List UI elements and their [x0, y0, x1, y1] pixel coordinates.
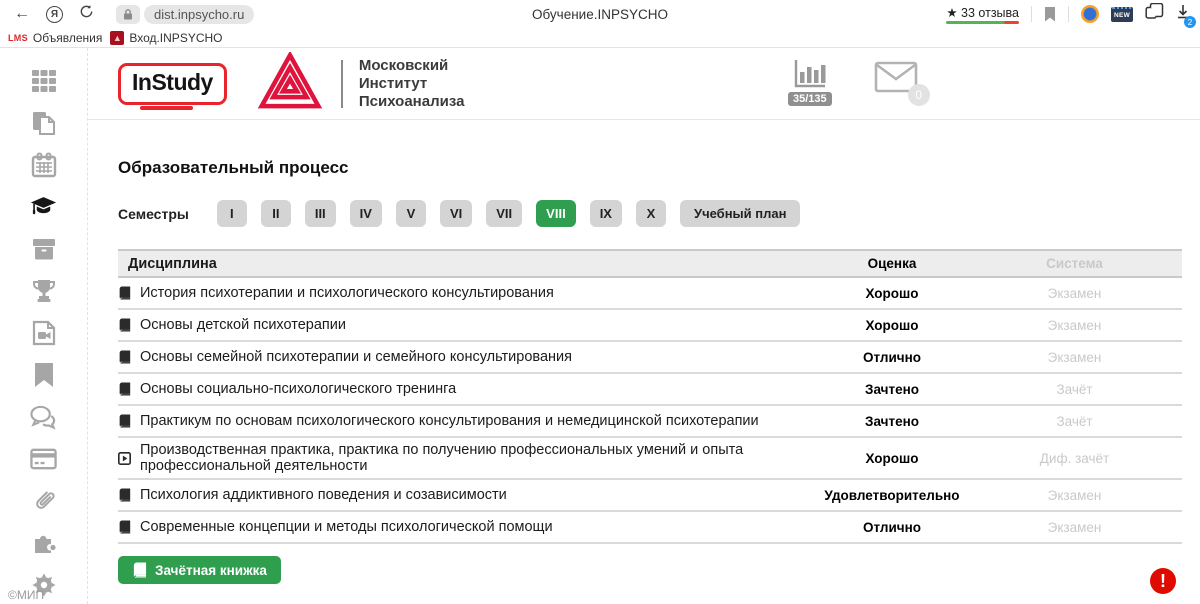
- instudy-logo[interactable]: InStudy: [118, 63, 227, 105]
- semester-button-10[interactable]: X: [636, 200, 666, 227]
- table-row[interactable]: Психология аддиктивного поведения и соза…: [118, 480, 1182, 512]
- system-value: Зачёт: [967, 414, 1182, 429]
- bookmark-icon[interactable]: [30, 361, 57, 388]
- system-value: Экзамен: [967, 350, 1182, 365]
- bookmark-flag-icon[interactable]: [1044, 7, 1056, 22]
- grade-value: Отлично: [817, 520, 967, 535]
- book-icon: [118, 488, 131, 502]
- institute-name: Московский Институт Психоанализа: [359, 57, 465, 111]
- progress-stats[interactable]: 35/135: [788, 58, 832, 106]
- book-icon: [118, 414, 131, 428]
- semester-button-6[interactable]: VI: [440, 200, 472, 227]
- chat-icon[interactable]: [30, 403, 57, 430]
- puzzle-icon[interactable]: [30, 529, 57, 556]
- table-row[interactable]: Современные концепции и методы психологи…: [118, 512, 1182, 544]
- triangle-favicon: ▲: [110, 31, 124, 45]
- extension-browser-icon[interactable]: [1081, 5, 1099, 23]
- table-row[interactable]: Основы детской психотерапии Хорошо Экзам…: [118, 310, 1182, 342]
- browser-toolbar: ← Я dist.inpsycho.ru Обучение.INPSYCHO ★…: [0, 0, 1200, 28]
- system-value: Экзамен: [967, 318, 1182, 333]
- url-text[interactable]: dist.inpsycho.ru: [144, 5, 254, 24]
- study-plan-button[interactable]: Учебный план: [680, 200, 800, 227]
- semester-selector: Семестры I II III IV V VI VII VIII IX X …: [118, 200, 1182, 227]
- app-header: InStudy Московский Институт Психоанализа…: [88, 48, 1200, 120]
- progress-badge: 35/135: [788, 92, 832, 106]
- system-value: Экзамен: [967, 520, 1182, 535]
- book-icon: [118, 286, 131, 300]
- system-value: Диф. зачёт: [967, 451, 1182, 466]
- book-icon: [132, 562, 147, 578]
- card-icon[interactable]: [30, 445, 57, 472]
- grade-value: Зачтено: [817, 382, 967, 397]
- book-icon: [118, 350, 131, 364]
- semester-button-8-selected[interactable]: VIII: [536, 200, 576, 227]
- lms-favicon: LMS: [8, 33, 28, 43]
- system-value: Экзамен: [967, 286, 1182, 301]
- calendar-icon[interactable]: [30, 151, 57, 178]
- play-icon: [118, 452, 131, 465]
- bookmark-item-lms[interactable]: LMS Объявления: [8, 31, 102, 45]
- divider: [1031, 6, 1032, 22]
- alert-notification-icon[interactable]: !: [1150, 568, 1176, 594]
- grade-value: Хорошо: [817, 318, 967, 333]
- table-row[interactable]: Основы семейной психотерапии и семейного…: [118, 342, 1182, 374]
- documents-icon[interactable]: [30, 109, 57, 136]
- grade-value: Хорошо: [817, 286, 967, 301]
- book-icon: [118, 382, 131, 396]
- table-row[interactable]: Практикум по основам психологического ко…: [118, 406, 1182, 438]
- semester-button-7[interactable]: VII: [486, 200, 522, 227]
- grade-value: Отлично: [817, 350, 967, 365]
- book-icon: [118, 520, 131, 534]
- bookmarks-bar: LMS Объявления ▲ Вход.INPSYCHO: [0, 28, 1200, 48]
- downloads-icon[interactable]: 2: [1176, 4, 1190, 24]
- back-icon[interactable]: ←: [14, 6, 30, 22]
- mail-badge: 0: [908, 84, 930, 106]
- record-book-button[interactable]: Зачётная книжка: [118, 556, 281, 584]
- table-row[interactable]: История психотерапии и психологического …: [118, 278, 1182, 310]
- logo-divider: [341, 60, 343, 108]
- institute-triangle-logo: [257, 52, 323, 115]
- address-bar[interactable]: dist.inpsycho.ru: [116, 5, 254, 24]
- bookmark-item-inpsycho[interactable]: ▲ Вход.INPSYCHO: [110, 31, 222, 45]
- archive-box-icon[interactable]: [30, 235, 57, 262]
- semester-button-4[interactable]: IV: [350, 200, 382, 227]
- downloads-badge: 2: [1184, 16, 1196, 28]
- semesters-label: Семестры: [118, 206, 189, 222]
- new-extension-icon[interactable]: NEW: [1111, 7, 1133, 22]
- browser-home-icon[interactable]: Я: [46, 6, 63, 23]
- page-title: Образовательный процесс: [118, 158, 1182, 178]
- system-value: Зачёт: [967, 382, 1182, 397]
- mip-copyright: ©МИП: [8, 588, 44, 602]
- sidebar: ©МИП: [0, 48, 88, 604]
- main-area: InStudy Московский Институт Психоанализа…: [88, 48, 1200, 604]
- table-row[interactable]: Основы социально-психологического тренин…: [118, 374, 1182, 406]
- semester-button-1[interactable]: I: [217, 200, 247, 227]
- semester-button-9[interactable]: IX: [590, 200, 622, 227]
- system-value: Экзамен: [967, 488, 1182, 503]
- trophy-icon[interactable]: [30, 277, 57, 304]
- semester-button-2[interactable]: II: [261, 200, 291, 227]
- grade-value: Зачтено: [817, 414, 967, 429]
- collections-icon[interactable]: [1145, 3, 1164, 25]
- bar-chart-icon: [793, 58, 827, 90]
- reviews-rating[interactable]: ★ 33 отзыва: [946, 5, 1019, 24]
- graduation-cap-icon[interactable]: [30, 193, 57, 220]
- lock-icon: [116, 5, 140, 24]
- refresh-icon[interactable]: [79, 4, 94, 24]
- divider: [1068, 6, 1069, 22]
- grades-table: Дисциплина Оценка Система История психот…: [118, 249, 1182, 544]
- grade-value: Хорошо: [817, 451, 967, 466]
- book-icon: [118, 318, 131, 332]
- table-row[interactable]: Производственная практика, практика по п…: [118, 438, 1182, 480]
- grid-icon[interactable]: [30, 67, 57, 94]
- reviews-rating-bar: [946, 21, 1019, 24]
- grade-value: Удовлетворительно: [817, 488, 967, 503]
- paperclip-icon[interactable]: [30, 487, 57, 514]
- table-header: Дисциплина Оценка Система: [118, 249, 1182, 278]
- video-file-icon[interactable]: [30, 319, 57, 346]
- semester-button-3[interactable]: III: [305, 200, 336, 227]
- semester-button-5[interactable]: V: [396, 200, 426, 227]
- mail-icon[interactable]: 0: [874, 61, 918, 98]
